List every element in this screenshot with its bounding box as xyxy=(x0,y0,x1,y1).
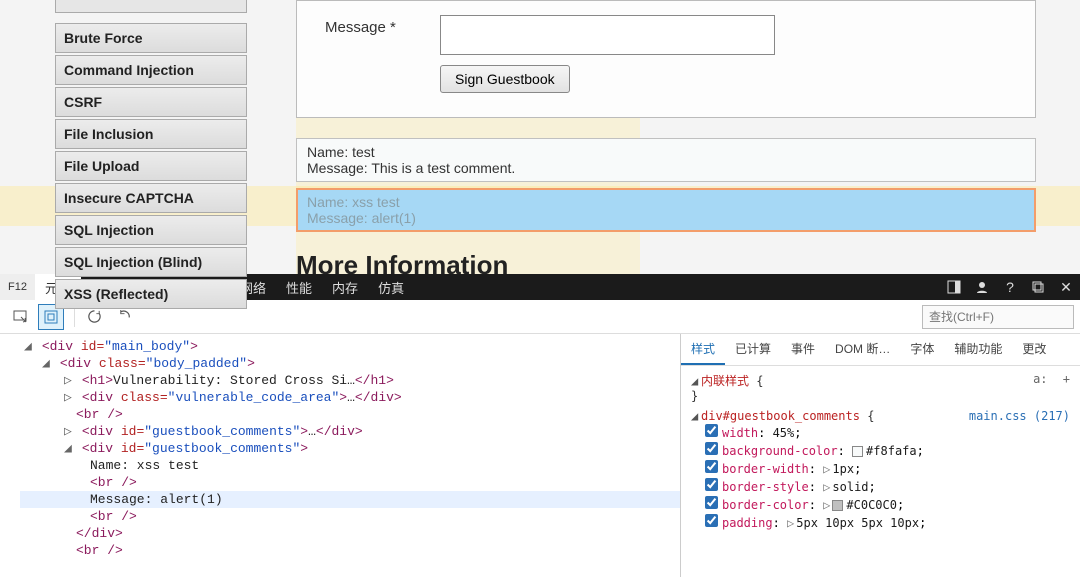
styles-tab-accessibility[interactable]: 辅助功能 xyxy=(944,334,1012,365)
prop-check[interactable] xyxy=(705,514,718,527)
sidebar-item-file-inclusion[interactable]: File Inclusion xyxy=(55,119,247,149)
pseudo-a-toggle[interactable]: a: xyxy=(1033,372,1047,386)
color-swatch[interactable] xyxy=(852,446,863,457)
menu-spacer xyxy=(55,0,247,13)
styles-tabs: 样式 已计算 事件 DOM 断… 字体 辅助功能 更改 xyxy=(681,334,1080,366)
comment-msg-label: Message: xyxy=(307,210,368,226)
rule-source-link[interactable]: main.css (217) xyxy=(969,409,1070,423)
prop-check[interactable] xyxy=(705,442,718,455)
comment-msg: This is a test comment. xyxy=(371,160,515,176)
prop-value[interactable]: 5px 10px 5px 10px xyxy=(796,516,919,530)
page-area: Brute Force Command Injection CSRF File … xyxy=(0,0,1080,274)
sidebar-item-xss-reflected[interactable]: XSS (Reflected) xyxy=(55,279,247,309)
color-swatch[interactable] xyxy=(832,500,843,511)
inspect-element-icon[interactable] xyxy=(8,304,34,330)
prop-value[interactable]: 1px xyxy=(832,462,854,476)
prop-name[interactable]: border-width xyxy=(722,462,809,476)
search-input[interactable] xyxy=(922,305,1074,329)
sidebar-item-command-injection[interactable]: Command Injection xyxy=(55,55,247,85)
sidebar-item-brute-force[interactable]: Brute Force xyxy=(55,23,247,53)
styles-tab-events[interactable]: 事件 xyxy=(781,334,825,365)
prop-check[interactable] xyxy=(705,496,718,509)
sidebar-item-sql-injection-blind[interactable]: SQL Injection (Blind) xyxy=(55,247,247,277)
prop-name[interactable]: width xyxy=(722,426,758,440)
prop-name[interactable]: background-color xyxy=(722,444,838,458)
styles-tab-fonts[interactable]: 字体 xyxy=(900,334,944,365)
main-content: Message * Sign Guestbook Name: test Mess… xyxy=(296,0,1040,281)
prop-value[interactable]: 45% xyxy=(773,426,795,440)
prop-check[interactable] xyxy=(705,424,718,437)
styles-tab-dom[interactable]: DOM 断… xyxy=(825,334,900,365)
guestbook-comment-selected: Name: xss test Message: alert(1) xyxy=(296,188,1036,232)
styles-tab-changes[interactable]: 更改 xyxy=(1012,334,1056,365)
sidebar-item-sql-injection[interactable]: SQL Injection xyxy=(55,215,247,245)
prop-name[interactable]: border-style xyxy=(722,480,809,494)
more-information-heading: More Information xyxy=(296,250,1040,281)
message-textarea[interactable] xyxy=(440,15,775,55)
rule-selector[interactable]: div#guestbook_comments xyxy=(701,409,860,423)
guestbook-comment: Name: test Message: This is a test comme… xyxy=(296,138,1036,182)
comment-name: xss test xyxy=(352,194,399,210)
prop-value[interactable]: #C0C0C0 xyxy=(846,498,897,512)
comment-name: test xyxy=(352,144,375,160)
toolbar-separator xyxy=(74,307,75,327)
comment-name-label: Name: xyxy=(307,194,348,210)
styles-panel: 样式 已计算 事件 DOM 断… 字体 辅助功能 更改 ◢内联样式 { a: +… xyxy=(680,334,1080,577)
close-icon[interactable]: ✕ xyxy=(1052,274,1080,300)
guestbook-form: Message * Sign Guestbook xyxy=(296,0,1036,118)
inline-styles-label: 内联样式 xyxy=(701,374,749,388)
sign-guestbook-button[interactable]: Sign Guestbook xyxy=(440,65,570,93)
prop-check[interactable] xyxy=(705,460,718,473)
prop-check[interactable] xyxy=(705,478,718,491)
sidebar-item-csrf[interactable]: CSRF xyxy=(55,87,247,117)
dom-text-message: Message: alert(1) xyxy=(90,492,223,507)
elements-panel[interactable]: ◢ <div id="main_body"> ◢ <div class="bod… xyxy=(0,334,680,577)
prop-name[interactable]: padding xyxy=(722,516,773,530)
prop-value[interactable]: #f8fafa xyxy=(866,444,917,458)
prop-value[interactable]: solid xyxy=(832,480,868,494)
styles-tab-computed[interactable]: 已计算 xyxy=(725,334,781,365)
comment-name-label: Name: xyxy=(307,144,348,160)
comment-msg-label: Message: xyxy=(307,160,368,176)
add-rule-button[interactable]: + xyxy=(1063,372,1070,386)
message-label: Message * xyxy=(325,15,440,36)
prop-name[interactable]: border-color xyxy=(722,498,809,512)
sidebar-item-insecure-captcha[interactable]: Insecure CAPTCHA xyxy=(55,183,247,213)
styles-tab-styles[interactable]: 样式 xyxy=(681,334,725,365)
devtools-body: ◢ <div id="main_body"> ◢ <div class="bod… xyxy=(0,334,1080,577)
sidebar: Brute Force Command Injection CSRF File … xyxy=(55,0,247,309)
sidebar-item-file-upload[interactable]: File Upload xyxy=(55,151,247,181)
comment-msg: alert(1) xyxy=(372,210,416,226)
dom-text-name: Name: xss test xyxy=(90,458,199,473)
f12-tab[interactable]: F12 xyxy=(0,274,35,300)
